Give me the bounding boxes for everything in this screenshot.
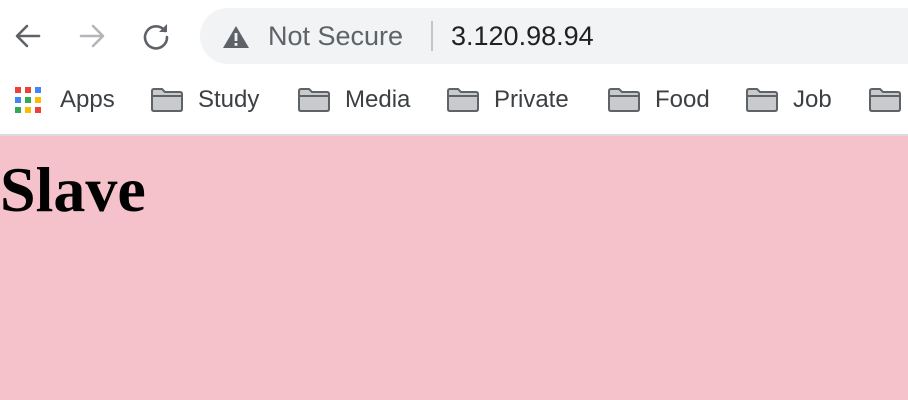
browser-toolbar: Not Secure 3.120.98.94 — [0, 0, 908, 72]
bookmark-apps[interactable]: Apps — [14, 84, 115, 116]
url-text[interactable]: 3.120.98.94 — [451, 21, 594, 51]
folder-icon — [869, 88, 901, 112]
bookmark-label: Study — [198, 86, 260, 113]
folder-icon — [447, 88, 479, 112]
bookmark-folder-more[interactable] — [868, 84, 902, 116]
warning-triangle-icon[interactable] — [222, 25, 250, 49]
bookmark-label: Food — [655, 86, 710, 113]
reload-button[interactable] — [134, 14, 178, 58]
back-button[interactable] — [6, 14, 50, 58]
bookmark-label: Media — [345, 86, 411, 113]
bookmark-folder-private[interactable]: Private — [446, 84, 569, 116]
bookmark-folder-study[interactable]: Study — [150, 84, 259, 116]
page-heading: Slave — [0, 154, 146, 225]
bookmarks-bar: Apps Study Media Private Food Job — [0, 72, 908, 136]
folder-icon — [298, 88, 330, 112]
bookmark-folder-food[interactable]: Food — [607, 84, 710, 116]
reload-icon — [143, 24, 169, 50]
bookmark-label: Job — [793, 86, 832, 113]
folder-icon — [151, 88, 183, 112]
address-bar[interactable]: Not Secure 3.120.98.94 — [200, 8, 908, 64]
security-status[interactable]: Not Secure — [268, 21, 403, 51]
folder-icon — [608, 88, 640, 112]
folder-icon — [746, 88, 778, 112]
page-content: Slave — [0, 136, 908, 400]
bookmark-folder-job[interactable]: Job — [745, 84, 832, 116]
arrow-right-icon — [79, 24, 105, 48]
arrow-left-icon — [15, 24, 41, 48]
bookmark-label: Private — [494, 86, 569, 113]
apps-grid-icon — [15, 87, 41, 113]
bookmark-folder-media[interactable]: Media — [297, 84, 410, 116]
forward-button[interactable] — [70, 14, 114, 58]
bookmark-label: Apps — [60, 86, 115, 113]
omnibox-divider — [431, 21, 433, 51]
